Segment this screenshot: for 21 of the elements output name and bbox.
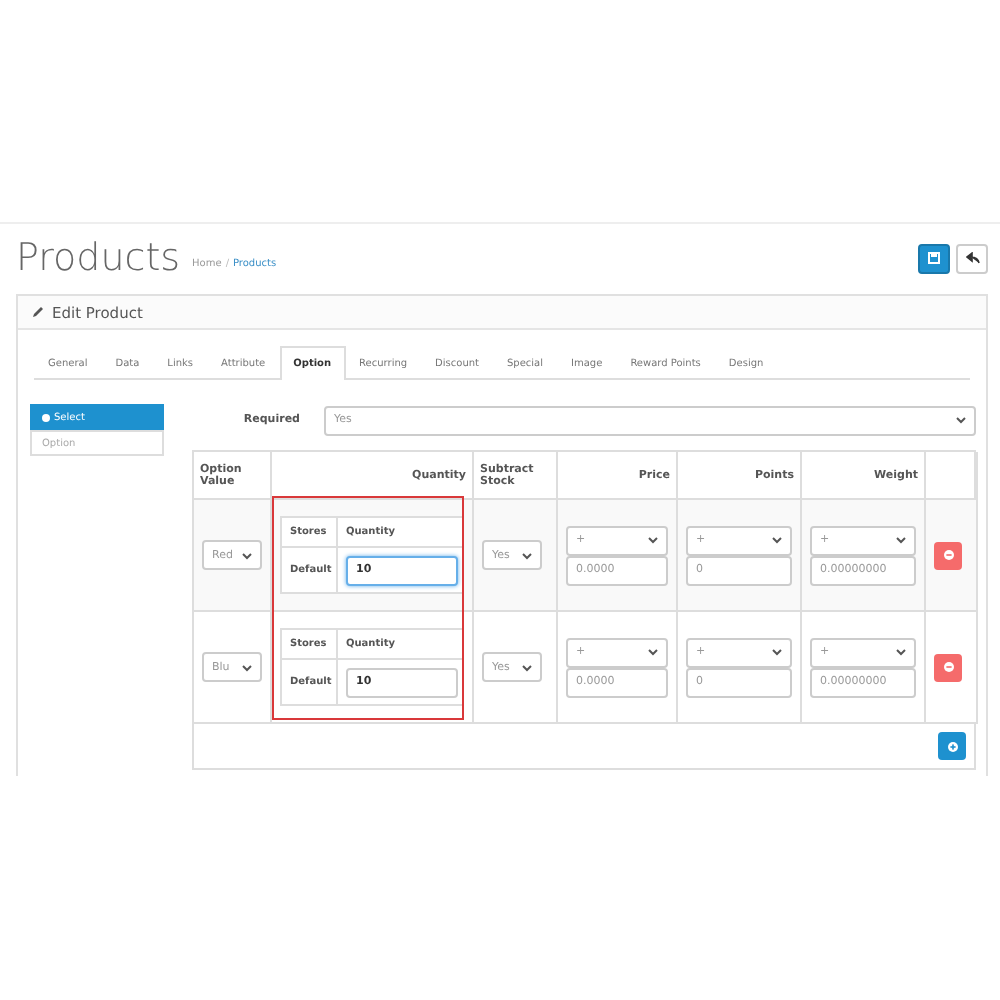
caret-icon [772,648,782,656]
floppy-icon [928,252,940,264]
remove-button[interactable] [934,541,962,569]
page-title: Products [16,236,181,280]
caret-icon [242,663,252,671]
caret-icon [522,551,532,559]
add-button[interactable] [938,732,966,760]
caret-icon [772,536,782,544]
caret-icon [242,551,252,559]
caret-icon [896,536,906,544]
plus-circle-icon [947,741,957,751]
caret-icon [522,663,532,671]
pencil-icon [32,306,44,318]
caret-icon [648,536,658,544]
reply-arrow-icon [965,252,979,264]
remove-button[interactable] [934,653,962,681]
back-button[interactable] [956,243,988,273]
caret-icon [956,416,966,424]
caret-icon [648,648,658,656]
caret-icon [896,648,906,656]
save-button[interactable] [918,243,950,273]
